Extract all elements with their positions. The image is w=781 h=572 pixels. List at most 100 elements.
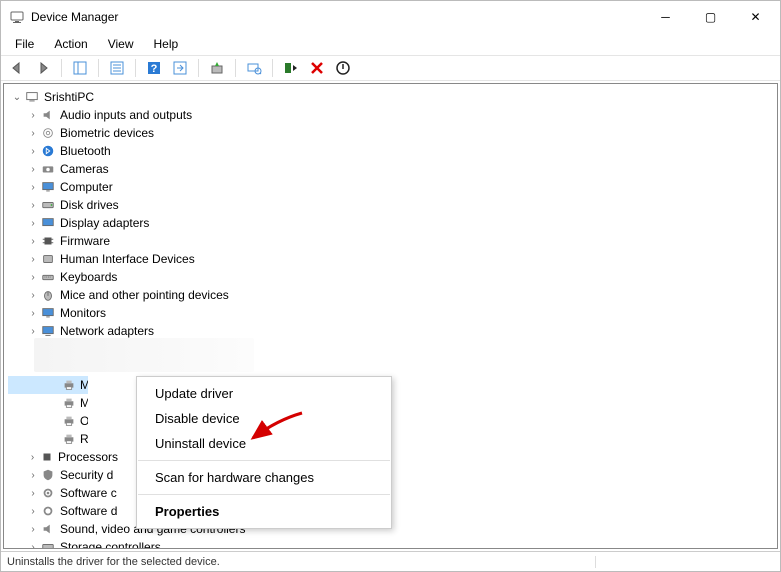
minimize-button[interactable]: ─	[643, 2, 688, 32]
uninstall-device-icon[interactable]	[307, 58, 327, 78]
chevron-right-icon[interactable]: ›	[26, 326, 40, 337]
display-adapter-icon	[40, 215, 56, 231]
action-icon[interactable]	[170, 58, 190, 78]
tree-label: Audio inputs and outputs	[60, 108, 192, 122]
chevron-right-icon[interactable]: ›	[26, 452, 39, 463]
svg-text:?: ?	[151, 63, 158, 75]
chevron-right-icon[interactable]: ›	[26, 218, 40, 229]
tree-category-computer[interactable]: › Computer	[8, 178, 777, 196]
tree-category-audio[interactable]: › Audio inputs and outputs	[8, 106, 777, 124]
printer-icon	[62, 431, 76, 447]
context-update-driver[interactable]: Update driver	[137, 381, 391, 406]
chevron-right-icon[interactable]: ›	[26, 200, 40, 211]
tree-label: Storage controllers	[60, 540, 161, 549]
tree-label: Human Interface Devices	[60, 252, 195, 266]
chevron-right-icon[interactable]: ›	[26, 254, 40, 265]
gear-icon	[40, 503, 56, 519]
disable-device-icon[interactable]	[333, 58, 353, 78]
chevron-right-icon[interactable]: ›	[26, 470, 40, 481]
tree-item[interactable]: Root P	[8, 430, 88, 448]
chevron-right-icon[interactable]: ›	[26, 110, 40, 121]
properties-icon[interactable]	[107, 58, 127, 78]
monitor-icon	[40, 179, 56, 195]
tree-category-monitors[interactable]: ›Monitors	[8, 304, 777, 322]
tree-label: Bluetooth	[60, 144, 111, 158]
chevron-right-icon[interactable]: ›	[26, 524, 40, 535]
tree-label: Biometric devices	[60, 126, 154, 140]
keyboard-icon	[40, 269, 56, 285]
context-uninstall-device[interactable]: Uninstall device	[137, 431, 391, 456]
tree-category-processors[interactable]: › Processors	[8, 448, 118, 466]
chevron-right-icon[interactable]: ›	[26, 506, 40, 517]
chevron-right-icon[interactable]: ›	[26, 488, 40, 499]
chevron-right-icon[interactable]: ›	[26, 272, 40, 283]
menu-file[interactable]: File	[5, 35, 44, 53]
tree-item[interactable]: Micros	[8, 394, 88, 412]
tree-category-security[interactable]: ›Security d	[8, 466, 118, 484]
tree-category-cameras[interactable]: ›Cameras	[8, 160, 777, 178]
context-scan-hardware[interactable]: Scan for hardware changes	[137, 465, 391, 490]
tree-category-display[interactable]: ›Display adapters	[8, 214, 777, 232]
toolbar: ?	[1, 55, 780, 81]
menu-action[interactable]: Action	[44, 35, 97, 53]
maximize-button[interactable]: ▢	[688, 2, 733, 32]
mouse-icon	[40, 287, 56, 303]
show-hide-tree-icon[interactable]	[70, 58, 90, 78]
chevron-right-icon[interactable]: ›	[26, 542, 40, 550]
tree-category-software-devices[interactable]: › Software d	[8, 502, 777, 520]
tree-label: SrishtiPC	[44, 90, 94, 104]
chevron-right-icon[interactable]: ›	[26, 146, 40, 157]
tree-category-hid[interactable]: › Human Interface Devices	[8, 250, 777, 268]
scan-hardware-icon[interactable]	[244, 58, 264, 78]
enable-device-icon[interactable]	[281, 58, 301, 78]
hid-icon	[40, 251, 56, 267]
fingerprint-icon	[40, 125, 56, 141]
update-driver-icon[interactable]	[207, 58, 227, 78]
tree-category-sound[interactable]: ›Sound, video and game controllers	[8, 520, 777, 538]
menu-view[interactable]: View	[98, 35, 144, 53]
tree-category-software-components[interactable]: ›Software c	[8, 484, 118, 502]
tree-label: Software d	[60, 504, 117, 518]
tree-root[interactable]: ⌄ SrishtiPC	[8, 88, 777, 106]
cpu-icon	[39, 449, 54, 465]
tree-label: Processors	[58, 450, 118, 464]
monitor-icon	[40, 305, 56, 321]
back-icon[interactable]	[7, 58, 27, 78]
chevron-right-icon[interactable]: ›	[26, 290, 40, 301]
tree-item-selected[interactable]: Micros	[8, 376, 88, 394]
status-text: Uninstalls the driver for the selected d…	[7, 556, 596, 568]
shield-icon	[40, 467, 56, 483]
menu-help[interactable]: Help	[144, 35, 189, 53]
chevron-right-icon[interactable]: ›	[26, 182, 40, 193]
tree-category-keyboards[interactable]: ›Keyboards	[8, 268, 777, 286]
help-icon[interactable]: ?	[144, 58, 164, 78]
context-disable-device[interactable]: Disable device	[137, 406, 391, 431]
chevron-right-icon[interactable]: ›	[26, 308, 40, 319]
chevron-right-icon[interactable]: ›	[26, 236, 40, 247]
chip-icon	[40, 233, 56, 249]
tree-category-mice[interactable]: › Mice and other pointing devices	[8, 286, 777, 304]
computer-icon	[24, 89, 40, 105]
chevron-down-icon[interactable]: ⌄	[10, 92, 24, 103]
tree-category-bluetooth[interactable]: › Bluetooth	[8, 142, 777, 160]
context-properties[interactable]: Properties	[137, 499, 391, 524]
tree-label: Computer	[60, 180, 113, 194]
chevron-right-icon[interactable]: ›	[26, 164, 40, 175]
menubar: File Action View Help	[1, 33, 780, 55]
tree-category-firmware[interactable]: ›Firmware	[8, 232, 777, 250]
tree-category-biometric[interactable]: › Biometric devices	[8, 124, 777, 142]
tree-category-disk[interactable]: ›Disk drives	[8, 196, 777, 214]
disk-icon	[40, 197, 56, 213]
tree-label: Network adapters	[60, 324, 154, 338]
printer-icon	[62, 377, 76, 393]
chevron-right-icon[interactable]: ›	[26, 128, 40, 139]
tree-category-storage[interactable]: › Storage controllers	[8, 538, 777, 549]
camera-icon	[40, 161, 56, 177]
window-title: Device Manager	[31, 10, 118, 24]
close-button[interactable]: ✕	[733, 2, 778, 32]
forward-icon[interactable]	[33, 58, 53, 78]
statusbar: Uninstalls the driver for the selected d…	[1, 551, 780, 571]
context-menu: Update driver Disable device Uninstall d…	[136, 376, 392, 529]
tree-label: Mice and other pointing devices	[60, 288, 229, 302]
tree-item[interactable]: OneN	[8, 412, 88, 430]
